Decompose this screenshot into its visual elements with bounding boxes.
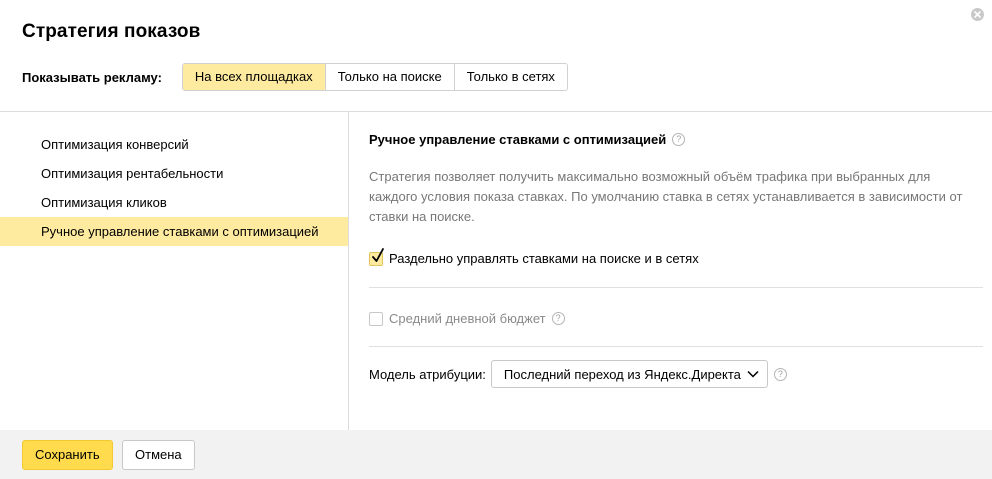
daily-budget-label: Средний дневной бюджет [389,311,546,326]
strategy-item-profitability[interactable]: Оптимизация рентабельности [0,159,348,188]
close-icon [974,11,981,18]
placement-row: Показывать рекламу: На всех площадках То… [22,63,568,91]
cancel-button[interactable]: Отмена [122,440,195,470]
dialog-footer: Сохранить Отмена [0,430,992,479]
strategy-dialog: Стратегия показов Показывать рекламу: На… [0,0,992,479]
placement-label: Показывать рекламу: [22,69,162,85]
question-circle-icon[interactable]: ? [672,133,686,146]
chevron-down-icon [747,370,759,378]
strategy-title-text: Ручное управление ставками с оптимизацие… [369,132,667,147]
save-button[interactable]: Сохранить [22,440,113,470]
question-circle-icon[interactable]: ? [551,312,565,325]
attribution-row: Модель атрибуции: Последний переход из Я… [369,360,787,388]
placement-segmented-control: На всех площадках Только на поиске Тольк… [181,63,568,91]
separate-bids-row: Раздельно управлять ставками на поиске и… [369,247,699,266]
placement-option-networks[interactable]: Только в сетях [453,64,567,90]
dialog-title: Стратегия показов [22,21,201,42]
close-button[interactable] [971,8,984,21]
separate-bids-checkbox[interactable] [369,247,384,266]
strategy-details: Ручное управление ставками с оптимизацие… [369,112,983,430]
daily-budget-checkbox[interactable] [369,311,383,326]
placement-option-search[interactable]: Только на поиске [324,64,454,90]
strategy-item-clicks[interactable]: Оптимизация кликов [0,188,348,217]
placement-option-all[interactable]: На всех площадках [182,64,325,90]
strategy-item-conversions[interactable]: Оптимизация конверсий [0,130,348,159]
strategy-item-manual[interactable]: Ручное управление ставками с оптимизацие… [0,217,348,246]
pane-divider [348,112,349,430]
attribution-label: Модель атрибуции: [369,366,486,382]
section-divider [369,346,983,347]
attribution-select-value: Последний переход из Яндекс.Директа [503,366,741,382]
daily-budget-row: Средний дневной бюджет ? [369,311,565,326]
separate-bids-label: Раздельно управлять ставками на поиске и… [389,251,699,266]
attribution-select[interactable]: Последний переход из Яндекс.Директа [490,360,768,388]
strategy-list: Оптимизация конверсий Оптимизация рентаб… [0,112,348,430]
section-divider [369,287,983,288]
strategy-title: Ручное управление ставками с оптимизацие… [369,132,686,147]
strategy-description: Стратегия позволяет получить максимально… [369,169,963,224]
checkmark-icon [372,247,384,262]
question-circle-icon[interactable]: ? [773,367,787,381]
